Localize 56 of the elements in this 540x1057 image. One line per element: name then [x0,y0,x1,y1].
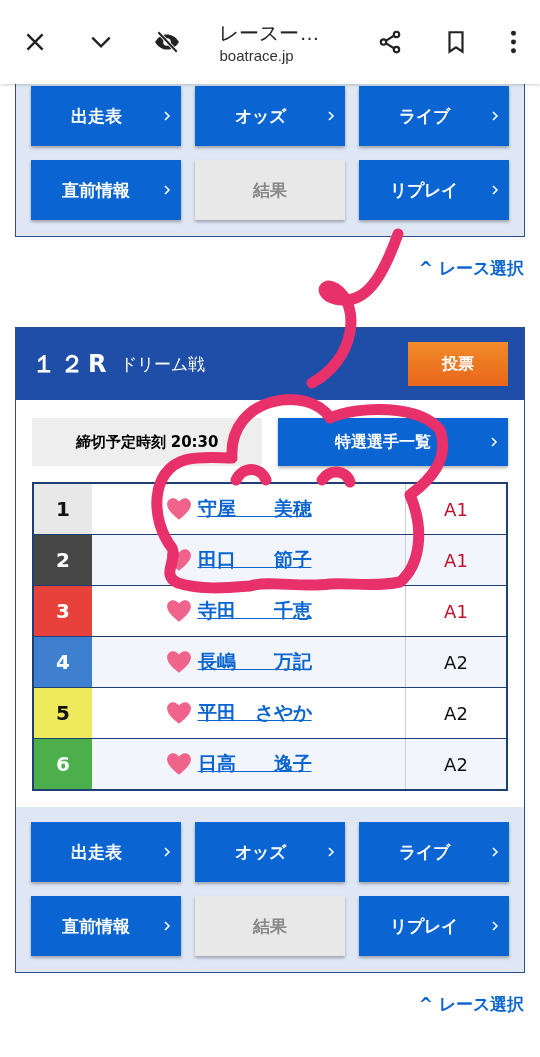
nav-button[interactable]: オッズ [195,822,345,882]
chevron-right-icon [490,436,498,448]
chevron-right-icon [163,110,171,122]
racer-name-link[interactable]: 守屋 美穂 [197,496,312,522]
race-number: １２R [32,349,111,380]
racer-grade: A2 [443,752,469,777]
lane-number: 2 [34,535,92,585]
chevron-right-icon [491,920,499,932]
lane-number: 3 [34,586,92,636]
deadline-label: 締切予定時刻 20:30 [32,418,262,466]
lane-number: 1 [34,484,92,534]
more-icon[interactable] [508,29,518,55]
chevron-right-icon [327,110,335,122]
nav-button[interactable]: 直前情報 [31,896,181,956]
chevron-right-icon [327,846,335,858]
chevron-right-icon [491,846,499,858]
racer-grade: A1 [443,497,469,522]
racer-grade: A1 [443,599,469,624]
vote-button[interactable]: 投票 [408,342,508,386]
chevron-right-icon [163,846,171,858]
race-select-link[interactable]: ^ レース選択 [418,257,524,280]
chevron-right-icon [491,110,499,122]
heart-icon[interactable] [165,701,192,725]
nav-button[interactable]: ライブ [359,822,509,882]
racer-name-link[interactable]: 日高 逸子 [197,751,312,777]
race-select-link[interactable]: ^ レース選択 [418,993,524,1016]
racer-name-link[interactable]: 長嶋 万記 [197,649,312,675]
chevron-right-icon [163,920,171,932]
nav-button[interactable]: リプレイ [359,160,509,220]
heart-icon[interactable] [165,599,192,623]
lane-number: 6 [34,739,92,789]
nav-button[interactable]: 出走表 [31,822,181,882]
heart-icon[interactable] [165,497,192,521]
racer-name-link[interactable]: 平田 さやか [197,700,312,726]
racer-name-link[interactable]: 田口 節子 [197,547,312,573]
racer-list-button[interactable]: 特選選手一覧 [278,418,508,466]
racer-grade: A2 [443,701,469,726]
nav-button[interactable]: リプレイ [359,896,509,956]
heart-icon[interactable] [165,752,192,776]
racer-name-link[interactable]: 寺田 千恵 [197,598,312,624]
nav-button[interactable]: オッズ [195,86,345,146]
lane-number: 4 [34,637,92,687]
lane-number: 5 [34,688,92,738]
nav-button[interactable]: 出走表 [31,86,181,146]
page-domain: boatrace.jp [219,47,295,64]
nav-button[interactable]: 直前情報 [31,160,181,220]
chevron-right-icon [163,184,171,196]
racer-grade: A2 [443,650,469,675]
eye-off-icon[interactable] [153,29,180,55]
page-title: レースー… [219,21,321,46]
nav-button[interactable]: ライブ [359,86,509,146]
heart-icon[interactable] [165,548,192,572]
chevron-right-icon [491,184,499,196]
heart-icon[interactable] [165,650,192,674]
racer-grade: A1 [443,548,469,573]
race-name: ドリーム戦 [120,352,207,376]
